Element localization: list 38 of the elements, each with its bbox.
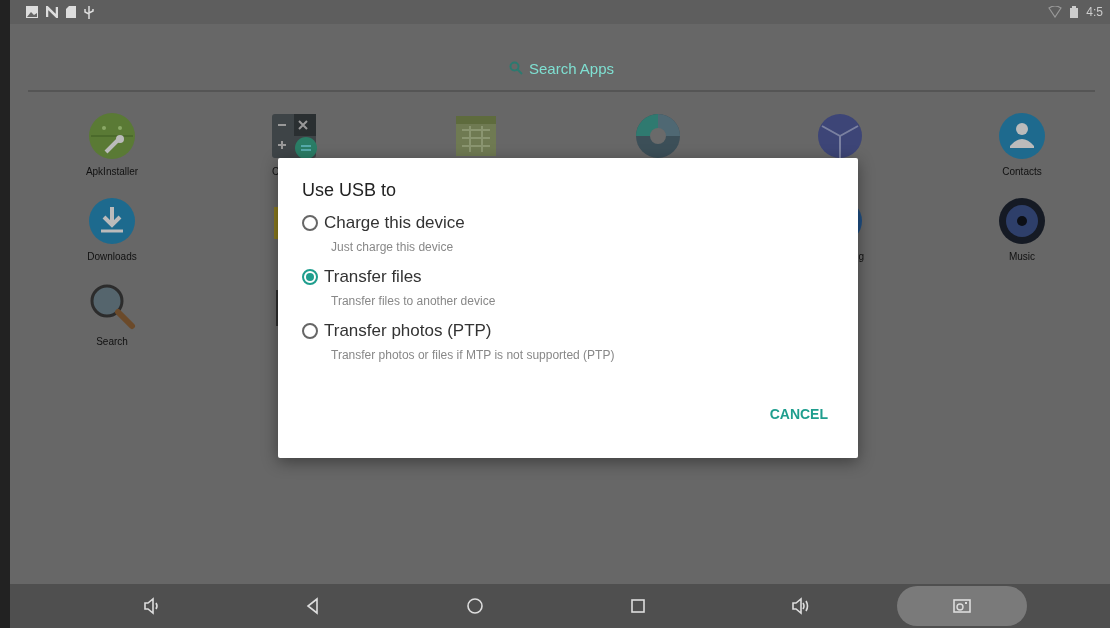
wifi-icon [1048,6,1063,18]
volume-up-icon [790,597,809,615]
download-icon[interactable] [88,197,136,245]
speaker-icon[interactable] [998,197,1046,245]
option-description: Just charge this device [331,240,454,254]
radio-option[interactable]: Charge this device [302,213,465,233]
sd-card-icon [66,6,76,18]
home-icon [466,597,485,615]
search-apps-button[interactable]: Search Apps [504,55,619,81]
clock-time: 4:5 [1086,5,1103,19]
option-description: Transfer photos or files if MTP is not supported (PTP) [331,348,615,362]
screenshot-icon [952,597,971,615]
cube-icon[interactable] [816,112,864,160]
radio-option[interactable]: Transfer photos (PTP) [302,321,492,341]
radio-option[interactable]: Transfer files [302,267,422,287]
usb-icon [84,5,94,19]
radio-button[interactable] [302,215,318,231]
app-label: Search [96,336,128,347]
app-label: Downloads [87,251,137,262]
search-icon [508,61,523,75]
app-label: g [857,251,864,262]
battery-icon [1070,6,1079,18]
image-icon [26,6,38,18]
radio-button[interactable] [302,323,318,339]
n-icon [46,6,58,18]
screenshot-button[interactable] [896,586,1027,626]
recents-icon [628,597,647,615]
person-icon[interactable] [998,112,1046,160]
dialog-title: Use USB to [302,180,397,201]
radio-button[interactable] [302,269,318,285]
app-label: Contacts [1002,166,1042,177]
app-label: ApkInstaller [85,166,139,177]
magnifier-icon[interactable] [88,282,136,330]
app-label: Music [1008,251,1036,262]
android-robot-icon[interactable] [88,112,136,160]
option-description: Transfer files to another device [331,294,496,308]
volume-down-icon [142,597,161,615]
calculator-icon[interactable] [270,112,318,160]
